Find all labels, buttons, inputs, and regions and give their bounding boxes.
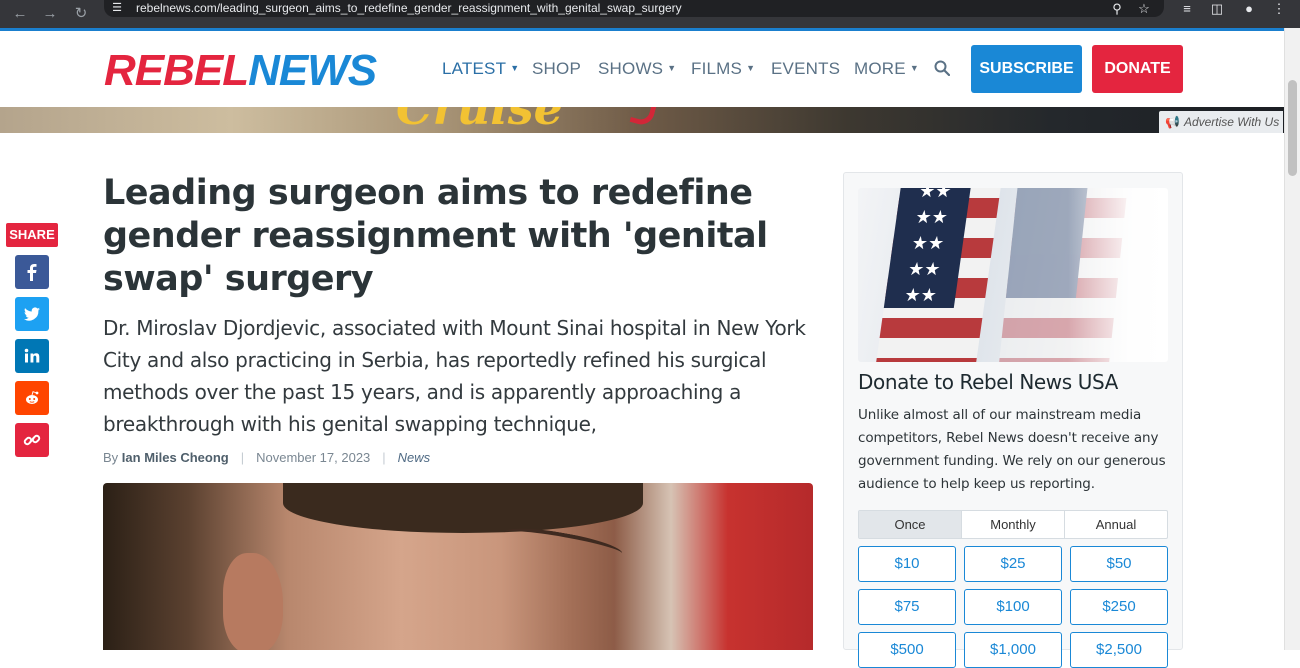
frequency-selector: Once Monthly Annual bbox=[858, 510, 1168, 539]
nav-events[interactable]: EVENTS bbox=[771, 59, 840, 79]
logo-news-text: NEWS bbox=[248, 46, 377, 95]
browser-toolbar: ← → ↻ ☰ rebelnews.com/leading_surgeon_ai… bbox=[0, 0, 1300, 28]
byline-prefix: By bbox=[103, 450, 119, 465]
amount-button[interactable]: $75 bbox=[858, 589, 956, 625]
rebel-news-logo[interactable]: REBELNEWS bbox=[104, 46, 377, 95]
zoom-icon[interactable]: ⚲ bbox=[1108, 0, 1126, 18]
amount-button[interactable]: $1,000 bbox=[964, 632, 1062, 668]
article-byline: By Ian Miles Cheong | November 17, 2023 | Ne… bbox=[103, 450, 430, 465]
article-dek: Dr. Miroslav Djordjevic, associated with… bbox=[103, 316, 806, 436]
ad-banner-decoration bbox=[629, 107, 657, 128]
forward-icon[interactable]: → bbox=[40, 4, 60, 24]
link-icon bbox=[23, 434, 41, 446]
donate-button[interactable]: DONATE bbox=[1092, 45, 1183, 93]
subscribe-button[interactable]: SUBSCRIBE bbox=[971, 45, 1082, 93]
author-link[interactable]: Ian Miles Cheong bbox=[122, 450, 229, 465]
amount-button[interactable]: $100 bbox=[964, 589, 1062, 625]
nav-shows-label: SHOWS bbox=[598, 59, 664, 78]
chevron-down-icon: ▼ bbox=[909, 63, 919, 73]
article-headline: Leading surgeon aims to redefine gender … bbox=[103, 173, 768, 299]
share-linkedin-button[interactable] bbox=[15, 339, 49, 373]
page-scrollbar[interactable] bbox=[1284, 28, 1300, 650]
nav-more[interactable]: MORE ▼ bbox=[854, 59, 919, 79]
ad-banner[interactable]: Cruise bbox=[0, 107, 1284, 133]
hero-image-eye bbox=[502, 522, 624, 564]
frequency-once[interactable]: Once bbox=[859, 511, 962, 538]
amount-button[interactable]: $500 bbox=[858, 632, 956, 668]
nav-films[interactable]: FILMS ▼ bbox=[691, 59, 755, 79]
hero-image-ear bbox=[223, 553, 283, 650]
hero-image-hair bbox=[283, 483, 643, 533]
nav-more-label: MORE bbox=[854, 59, 906, 78]
reddit-icon bbox=[26, 391, 39, 404]
url-text[interactable]: rebelnews.com/leading_surgeon_aims_to_re… bbox=[136, 1, 682, 15]
facebook-icon bbox=[27, 264, 37, 281]
share-reddit-button[interactable] bbox=[15, 381, 49, 415]
flag-image-glow bbox=[1068, 188, 1168, 362]
chevron-down-icon: ▼ bbox=[667, 63, 677, 73]
donate-widget-text: Unlike almost all of our mainstream medi… bbox=[858, 407, 1166, 492]
amount-button[interactable]: $250 bbox=[1070, 589, 1168, 625]
linkedin-icon bbox=[24, 348, 40, 363]
nav-shop-label: SHOP bbox=[532, 59, 581, 78]
frequency-annual[interactable]: Annual bbox=[1065, 511, 1167, 538]
search-icon[interactable] bbox=[934, 60, 950, 76]
share-twitter-button[interactable] bbox=[15, 297, 49, 331]
category-link[interactable]: News bbox=[398, 450, 431, 465]
flag-image: ★★ ★★ ★★ ★★ ★★ bbox=[858, 188, 1168, 362]
site-header: REBELNEWS LATEST ▼ SHOP SHOWS ▼ FILMS ▼ EVE… bbox=[0, 31, 1284, 107]
article-hero-image bbox=[103, 483, 813, 650]
nav-shows[interactable]: SHOWS ▼ bbox=[598, 59, 676, 79]
amount-button[interactable]: $10 bbox=[858, 546, 956, 582]
nav-latest-label: LATEST bbox=[442, 59, 507, 78]
side-panel-icon[interactable]: ◫ bbox=[1208, 0, 1226, 18]
flag-image-canton-front: ★★ ★★ ★★ ★★ ★★ bbox=[883, 188, 973, 308]
ad-banner-text: Cruise bbox=[396, 107, 563, 133]
share-label: SHARE bbox=[6, 223, 58, 247]
nav-films-label: FILMS bbox=[691, 59, 743, 78]
byline-separator: | bbox=[382, 450, 386, 465]
advertise-link[interactable]: 📢 Advertise With Us bbox=[1159, 111, 1283, 133]
logo-rebel-text: REBEL bbox=[104, 46, 249, 95]
scrollbar-thumb[interactable] bbox=[1288, 80, 1297, 176]
nav-events-label: EVENTS bbox=[771, 59, 841, 78]
share-copy-link-button[interactable] bbox=[15, 423, 49, 457]
nav-shop[interactable]: SHOP bbox=[532, 59, 581, 79]
nav-latest[interactable]: LATEST ▼ bbox=[442, 59, 519, 79]
amount-button[interactable]: $50 bbox=[1070, 546, 1168, 582]
media-controls-icon[interactable]: ≡ bbox=[1178, 0, 1196, 18]
bookmark-star-icon[interactable]: ☆ bbox=[1135, 0, 1153, 18]
flag-image-flag-front: ★★ ★★ ★★ ★★ ★★ bbox=[873, 188, 1003, 362]
byline-separator: | bbox=[240, 450, 245, 465]
reload-icon[interactable]: ↻ bbox=[71, 4, 91, 24]
menu-icon[interactable]: ⋮ bbox=[1270, 0, 1288, 18]
amount-button[interactable]: $2,500 bbox=[1070, 632, 1168, 668]
donate-widget: ★★ ★★ ★★ ★★ ★★ Donate to Rebel News USA Unli… bbox=[843, 172, 1183, 668]
chevron-down-icon: ▼ bbox=[746, 63, 756, 73]
frequency-monthly[interactable]: Monthly bbox=[962, 511, 1065, 538]
site-settings-icon[interactable]: ☰ bbox=[110, 1, 124, 15]
publish-date: November 17, 2023 bbox=[256, 450, 371, 465]
chevron-down-icon: ▼ bbox=[510, 63, 520, 73]
share-facebook-button[interactable] bbox=[15, 255, 49, 289]
profile-icon[interactable]: ● bbox=[1240, 0, 1258, 18]
advertise-label: Advertise With Us bbox=[1183, 115, 1280, 129]
megaphone-icon: 📢 bbox=[1165, 115, 1180, 129]
donate-widget-title: Donate to Rebel News USA bbox=[858, 370, 1118, 394]
back-icon[interactable]: ← bbox=[10, 4, 30, 24]
twitter-icon bbox=[24, 307, 40, 321]
amount-button[interactable]: $25 bbox=[964, 546, 1062, 582]
